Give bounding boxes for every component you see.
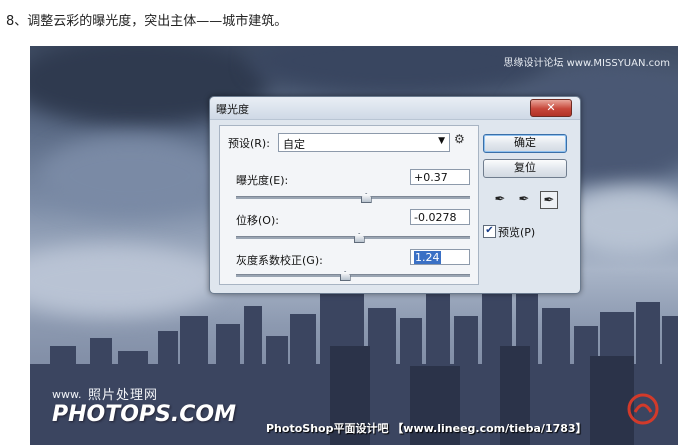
preset-label: 预设(R): (228, 137, 270, 150)
exposure-value: +0.37 (414, 171, 448, 184)
watermark-www: www. (52, 388, 82, 401)
watermark-photops: PHOTOPS.COM (52, 402, 237, 427)
chevron-down-icon: ▼ (438, 136, 445, 146)
eyedropper-black-icon[interactable]: ✒ (491, 191, 509, 209)
reset-button[interactable]: 复位 (483, 159, 567, 178)
offset-input[interactable]: -0.0278 (410, 209, 470, 225)
gamma-label: 灰度系数校正(G): (236, 254, 323, 267)
preview-checkbox[interactable]: ✔ (483, 225, 496, 238)
watermark-top: 思缘设计论坛 www.MISSYUAN.com (503, 58, 670, 69)
adjustment-panel: 预设(R): 自定 ▼ ⚙ 曝光度(E): +0.37 位移(O): -0.02… (219, 125, 479, 285)
gamma-input[interactable]: 1.24 (410, 249, 470, 265)
offset-slider-track[interactable] (236, 233, 470, 243)
eyedropper-white-icon[interactable]: ✒ (540, 191, 558, 209)
offset-label: 位移(O): (236, 214, 279, 227)
exposure-slider-thumb[interactable] (360, 193, 372, 203)
exposure-label: 曝光度(E): (236, 174, 289, 187)
gamma-slider-thumb[interactable] (339, 271, 351, 281)
exposure-dialog: 曝光度 ✕ 预设(R): 自定 ▼ ⚙ 曝光度(E): +0.37 位移(O):… (209, 96, 581, 294)
step-caption: 8、调整云彩的曝光度，突出主体——城市建筑。 (6, 14, 288, 29)
close-button[interactable]: ✕ (530, 99, 572, 117)
preview-label: 预览(P) (498, 226, 536, 239)
gear-icon[interactable]: ⚙ (454, 132, 465, 146)
exposure-slider-track[interactable] (236, 193, 470, 203)
gamma-value: 1.24 (414, 251, 441, 264)
corner-logo-icon (627, 393, 659, 425)
preset-select[interactable]: 自定 ▼ (278, 133, 450, 152)
gamma-slider-track[interactable] (236, 271, 470, 281)
eyedropper-gray-icon[interactable]: ✒ (515, 191, 533, 209)
watermark-bottom: PhotoShop平面设计吧 【www.lineeg.com/tieba/178… (266, 422, 587, 435)
dialog-title: 曝光度 (216, 103, 249, 116)
check-icon: ✔ (485, 225, 494, 236)
ok-button[interactable]: 确定 (483, 134, 567, 153)
exposure-input[interactable]: +0.37 (410, 169, 470, 185)
preset-value: 自定 (283, 138, 305, 151)
watermark-site-name: 照片处理网 (88, 388, 159, 403)
offset-slider-thumb[interactable] (353, 233, 365, 243)
dialog-titlebar[interactable]: 曝光度 ✕ (210, 97, 580, 120)
offset-value: -0.0278 (414, 211, 457, 224)
